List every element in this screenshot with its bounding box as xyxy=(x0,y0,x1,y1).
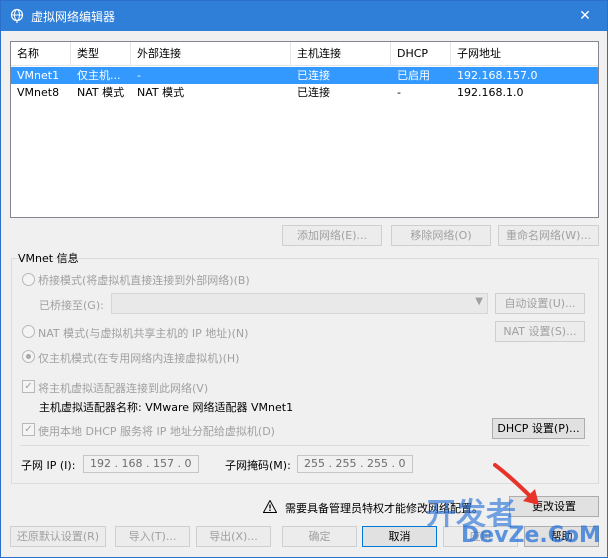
column-header-subnet[interactable]: 子网地址 xyxy=(451,42,598,66)
cell-name: VMnet8 xyxy=(17,86,60,99)
import-button[interactable]: 导入(T)... xyxy=(115,526,190,547)
watermark-sub: DevZe.CoM xyxy=(461,523,601,548)
cell-external: NAT 模式 xyxy=(137,86,185,99)
divider xyxy=(20,445,590,446)
restore-defaults-button[interactable]: 还原默认设置(R) xyxy=(10,526,106,547)
title-bar: 虚拟网络编辑器 ✕ xyxy=(1,1,607,31)
warning-icon xyxy=(263,500,277,513)
subnet-ip-field[interactable]: 192 . 168 . 157 . 0 xyxy=(83,455,199,473)
use-dhcp-checkbox[interactable]: ✓ xyxy=(22,423,35,436)
connect-adapter-checkbox[interactable]: ✓ xyxy=(22,380,35,393)
table-row[interactable]: VMnet8 NAT 模式 NAT 模式 已连接 - 192.168.1.0 xyxy=(11,84,598,101)
auto-settings-button[interactable]: 自动设置(U)... xyxy=(495,293,585,314)
network-table[interactable]: 名称 类型 外部连接 主机连接 DHCP 子网地址 VMnet1 仅主机... … xyxy=(10,41,599,218)
nat-mode-radio[interactable] xyxy=(22,325,35,338)
subnet-mask-label: 子网掩码(M): xyxy=(225,459,291,472)
subnet-mask-field[interactable]: 255 . 255 . 255 . 0 xyxy=(297,455,413,473)
host-only-radio[interactable] xyxy=(22,350,35,363)
connect-adapter-label: 将主机虚拟适配器连接到此网络(V) xyxy=(38,382,209,395)
vmnet-info-label: VMnet 信息 xyxy=(18,252,79,265)
column-header-host[interactable]: 主机连接 xyxy=(291,42,391,66)
close-icon: ✕ xyxy=(579,8,591,24)
bridged-to-select[interactable]: ▼ xyxy=(111,293,488,314)
nat-mode-label: NAT 模式(与虚拟机共享主机的 IP 地址)(N) xyxy=(38,327,249,340)
vmnet-info-group xyxy=(11,258,599,484)
window-title: 虚拟网络编辑器 xyxy=(31,10,116,24)
host-only-label: 仅主机模式(在专用网络内连接虚拟机)(H) xyxy=(38,352,240,365)
cell-name: VMnet1 xyxy=(17,69,60,82)
remove-network-button[interactable]: 移除网络(O) xyxy=(391,225,491,246)
column-header-type[interactable]: 类型 xyxy=(71,42,131,66)
table-header: 名称 类型 外部连接 主机连接 DHCP 子网地址 xyxy=(11,42,598,66)
cell-host: 已连接 xyxy=(297,86,330,99)
nat-settings-button[interactable]: NAT 设置(S)... xyxy=(495,321,585,342)
column-header-dhcp[interactable]: DHCP xyxy=(391,42,451,66)
column-header-name[interactable]: 名称 xyxy=(11,42,71,66)
subnet-ip-label: 子网 IP (I): xyxy=(21,459,76,472)
rename-network-button[interactable]: 重命名网络(W)... xyxy=(498,225,599,246)
cell-subnet: 192.168.157.0 xyxy=(457,69,538,82)
cell-host: 已连接 xyxy=(297,69,330,82)
cell-subnet: 192.168.1.0 xyxy=(457,86,524,99)
adapter-name-text: 主机虚拟适配器名称: VMware 网络适配器 VMnet1 xyxy=(39,401,294,414)
cell-type: 仅主机... xyxy=(77,69,121,82)
cell-dhcp: 已启用 xyxy=(397,69,430,82)
export-button[interactable]: 导出(X)... xyxy=(196,526,271,547)
bridge-mode-label: 桥接模式(将虚拟机直接连接到外部网络)(B) xyxy=(38,274,250,287)
close-button[interactable]: ✕ xyxy=(563,1,607,31)
network-globe-icon xyxy=(10,8,24,23)
bridged-to-label: 已桥接至(G): xyxy=(39,299,104,312)
virtual-network-editor-window: 虚拟网络编辑器 ✕ 名称 类型 外部连接 主机连接 DHCP 子网地址 VMne… xyxy=(0,0,608,558)
cell-external: - xyxy=(137,69,141,82)
dhcp-settings-button[interactable]: DHCP 设置(P)... xyxy=(492,418,585,439)
column-header-external[interactable]: 外部连接 xyxy=(131,42,291,66)
chevron-down-icon: ▼ xyxy=(475,296,483,307)
bridge-mode-radio[interactable] xyxy=(22,273,35,286)
cell-dhcp: - xyxy=(397,86,401,99)
add-network-button[interactable]: 添加网络(E)... xyxy=(282,225,382,246)
use-dhcp-label: 使用本地 DHCP 服务将 IP 地址分配给虚拟机(D) xyxy=(38,425,275,438)
cell-type: NAT 模式 xyxy=(77,86,125,99)
ok-button[interactable]: 确定 xyxy=(282,526,357,547)
table-row[interactable]: VMnet1 仅主机... - 已连接 已启用 192.168.157.0 xyxy=(11,67,598,84)
